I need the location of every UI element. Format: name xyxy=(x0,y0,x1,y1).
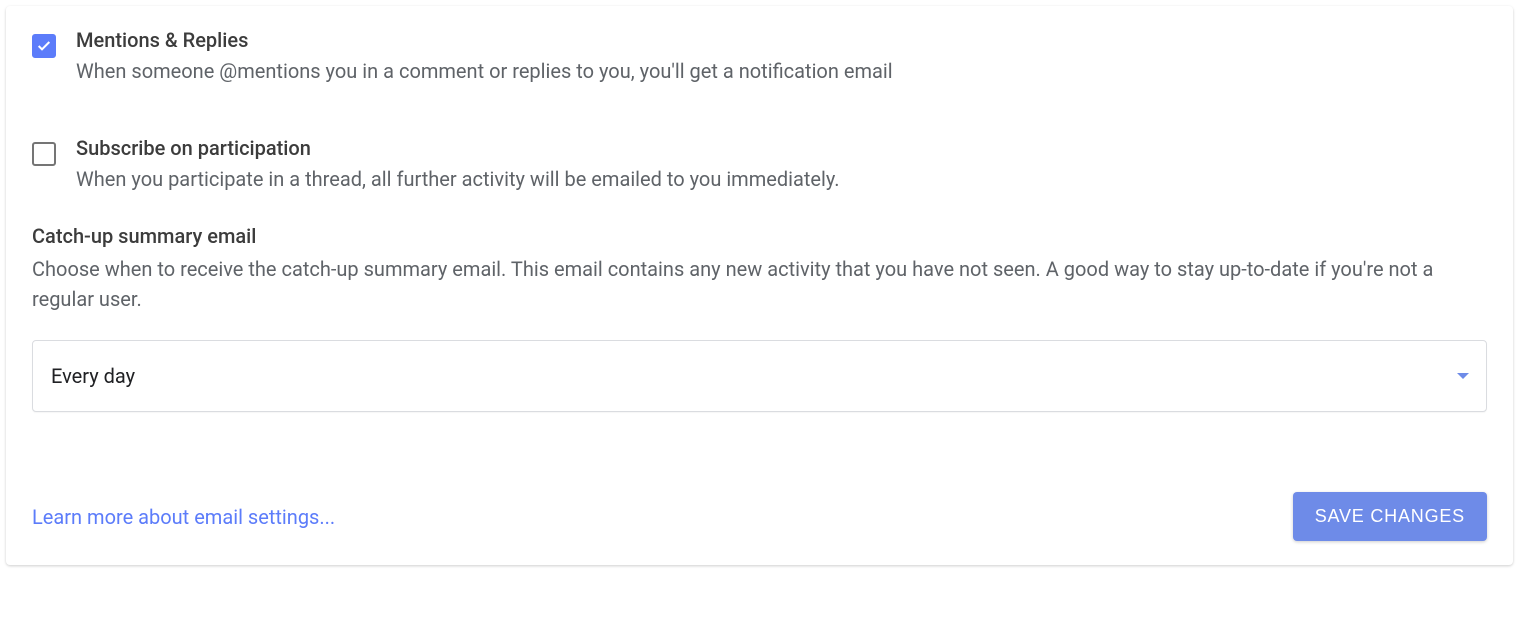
mentions-title: Mentions & Replies xyxy=(76,26,1487,54)
save-changes-button[interactable]: SAVE CHANGES xyxy=(1293,492,1487,541)
mentions-desc: When someone @mentions you in a comment … xyxy=(76,56,1487,86)
option-subscribe-participation: Subscribe on participation When you part… xyxy=(32,134,1487,194)
option-mentions-replies: Mentions & Replies When someone @mention… xyxy=(32,26,1487,86)
subscribe-title: Subscribe on participation xyxy=(76,134,1487,162)
catchup-title: Catch-up summary email xyxy=(32,224,1487,248)
settings-card: Mentions & Replies When someone @mention… xyxy=(6,6,1513,565)
check-icon xyxy=(36,38,52,54)
mentions-text: Mentions & Replies When someone @mention… xyxy=(76,26,1487,86)
subscribe-text: Subscribe on participation When you part… xyxy=(76,134,1487,194)
subscribe-checkbox[interactable] xyxy=(32,142,56,166)
mentions-checkbox[interactable] xyxy=(32,34,56,58)
card-footer: Learn more about email settings... SAVE … xyxy=(32,492,1487,541)
catchup-selected-value: Every day xyxy=(51,364,135,388)
subscribe-desc: When you participate in a thread, all fu… xyxy=(76,164,1487,194)
catchup-frequency-select[interactable]: Every day xyxy=(32,340,1487,412)
catchup-select-wrap: Every day xyxy=(32,340,1487,412)
learn-more-link[interactable]: Learn more about email settings... xyxy=(32,505,335,529)
catchup-desc: Choose when to receive the catch-up summ… xyxy=(32,254,1487,314)
